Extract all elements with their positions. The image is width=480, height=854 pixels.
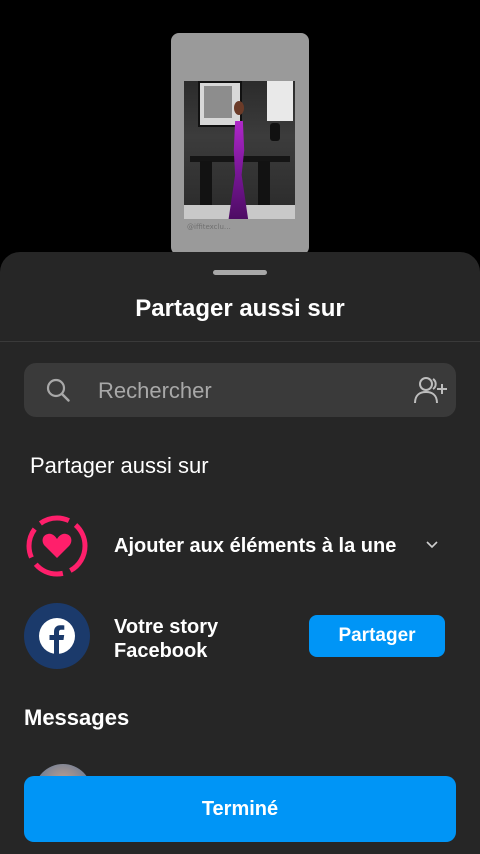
done-button[interactable]: Terminé [24,776,456,842]
facebook-story-line1: Votre story [114,616,219,638]
sheet-title: Partager aussi sur [135,295,345,322]
search-bar[interactable] [24,363,456,419]
highlight-heart-icon [26,515,88,577]
facebook-story-line2: Facebook [114,640,208,662]
share-section-title: Partager aussi sur [30,453,209,478]
story-photo [184,81,295,219]
share-facebook-button[interactable]: Partager [309,615,445,657]
search-input[interactable] [96,363,400,419]
story-preview: @iffitexclu… [171,33,309,255]
add-to-highlights-row[interactable]: Ajouter aux éléments à la une [24,513,456,579]
facebook-story-row: Votre story Facebook Partager [24,603,456,669]
facebook-story-label: Votre story Facebook [114,615,218,663]
story-caption: @iffitexclu… [187,223,231,231]
add-people-icon[interactable] [412,375,448,405]
chevron-down-icon[interactable] [424,537,440,553]
divider [0,341,480,342]
facebook-avatar [24,603,90,669]
share-sheet: Partager aussi sur Partager aussi sur Aj… [0,252,480,854]
highlight-label: Ajouter aux éléments à la une [114,535,397,557]
messages-title: Messages [24,705,130,730]
sheet-drag-handle[interactable] [213,270,267,275]
facebook-icon [39,618,75,654]
search-icon [46,378,70,402]
